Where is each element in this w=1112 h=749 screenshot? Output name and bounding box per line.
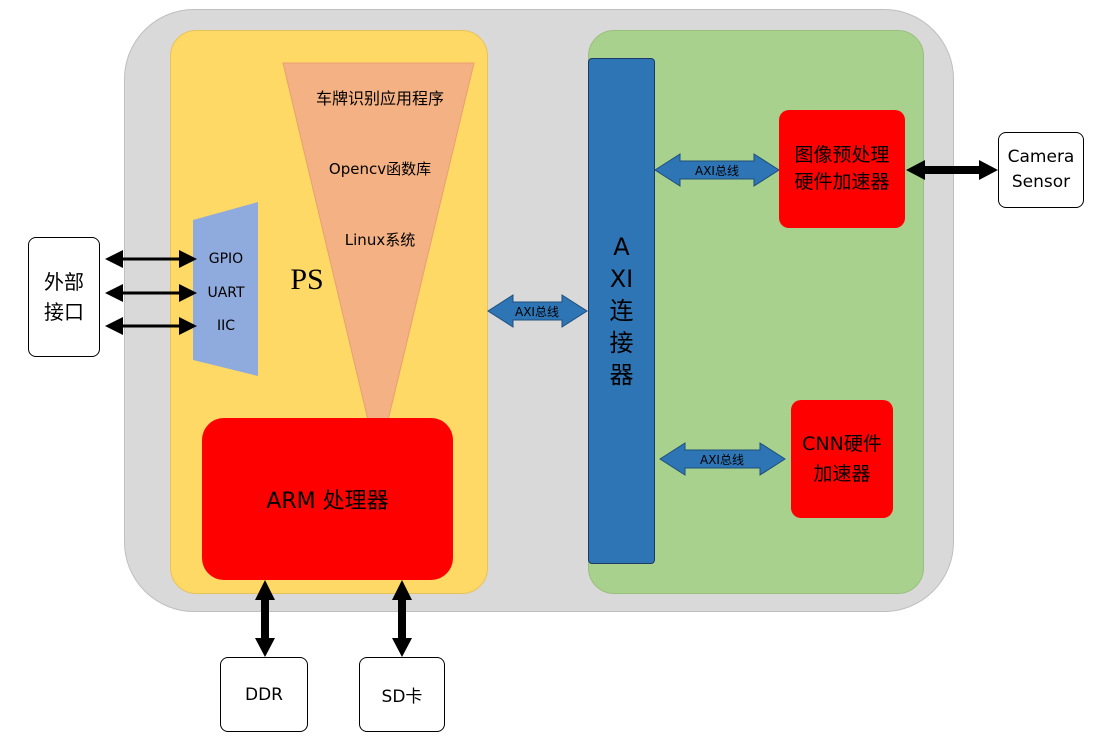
axi-bus-label-isp: AXI总线 — [695, 163, 739, 178]
sd-card: SD卡 — [359, 657, 445, 732]
stack-label-linux: Linux系统 — [344, 230, 416, 249]
camera-arrow — [906, 160, 998, 180]
io-label-uart: UART — [207, 285, 245, 301]
external-interface: 外部接口 — [28, 237, 100, 357]
ps-label: PS — [290, 263, 324, 296]
sd-card-label: SD卡 — [381, 687, 423, 707]
ddr-arrow — [255, 580, 275, 657]
image-preprocess-accelerator: 图像预处理硬件加速器 — [779, 110, 905, 228]
stack-label-app: 车牌识别应用程序 — [315, 89, 444, 108]
camera-sensor-label: Camera Sensor — [1007, 147, 1075, 192]
io-label-iic: IIC — [216, 318, 236, 334]
sd-arrow — [392, 580, 412, 657]
stack-label-opencv: Opencv函数库 — [328, 159, 432, 178]
arm-processor-label: ARM 处理器 — [266, 489, 389, 514]
axi-bus-label-ps: AXI总线 — [515, 304, 559, 319]
io-label-gpio: GPIO — [208, 251, 244, 267]
cnn-label: CNN硬件加速器 — [802, 433, 882, 485]
axi-connector-label: AXI连接器 — [609, 233, 634, 389]
arm-processor: ARM 处理器 — [202, 418, 453, 580]
camera-sensor: Camera Sensor — [998, 132, 1084, 208]
isp-label: 图像预处理硬件加速器 — [794, 144, 890, 193]
cnn-accelerator: CNN硬件加速器 — [791, 400, 893, 518]
external-interface-label: 外部接口 — [44, 270, 84, 324]
connector-layer — [105, 62, 998, 657]
ddr-memory: DDR — [220, 657, 308, 732]
axi-bus-label-cnn: AXI总线 — [700, 452, 744, 467]
axi-connector: AXI连接器 — [588, 58, 655, 564]
ddr-label: DDR — [245, 684, 283, 705]
